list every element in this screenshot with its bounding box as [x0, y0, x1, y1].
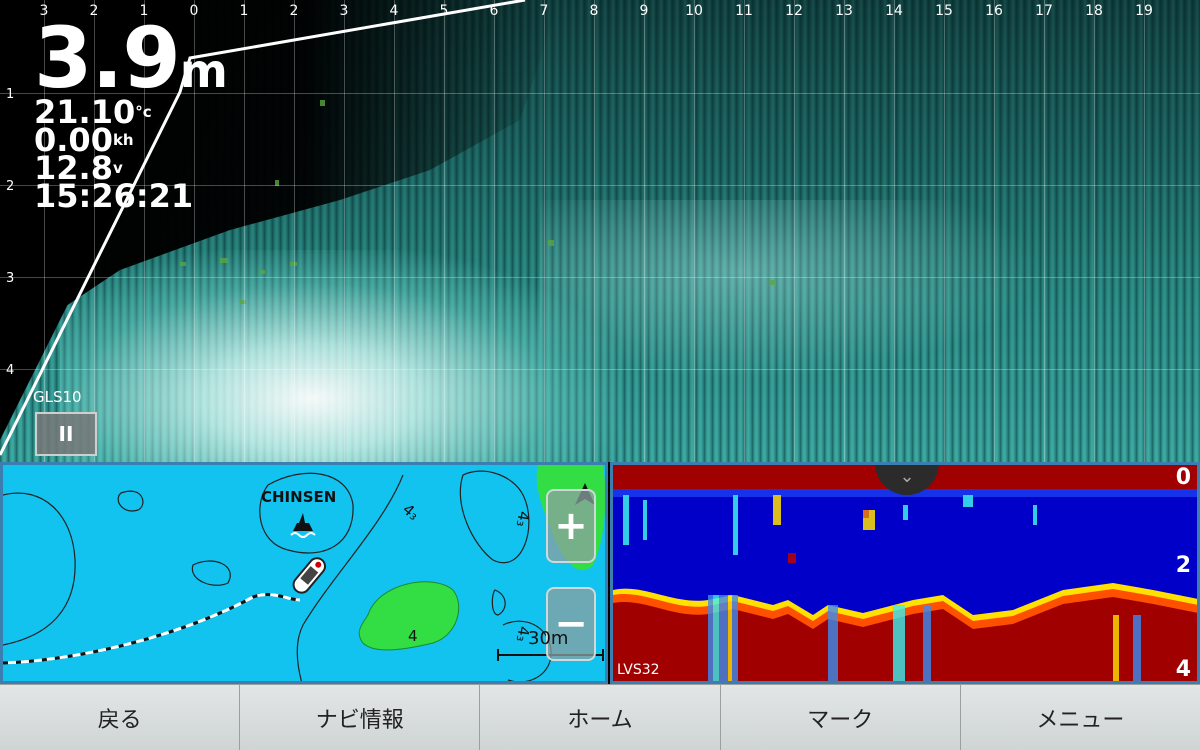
contour-label: 4: [408, 627, 418, 645]
range-gridline: [344, 0, 345, 462]
range-tick: 9: [639, 3, 649, 19]
contour-line: [3, 492, 76, 646]
depth-tick: 2: [6, 179, 15, 194]
mark-button[interactable]: マーク: [720, 684, 961, 750]
depth-readout: 3.9m: [34, 16, 228, 100]
contour-line: [259, 472, 354, 554]
ff-depth-label: 0: [1175, 465, 1191, 490]
nav-info-button[interactable]: ナビ情報: [240, 684, 481, 750]
ff-depth-label: 2: [1175, 553, 1191, 578]
track-line: [3, 593, 301, 665]
range-tick: 10: [685, 3, 703, 19]
boat-icon: [292, 557, 326, 594]
track-line-alt: [3, 593, 301, 665]
fishfinder-echogram: [613, 465, 1197, 681]
range-tick: 13: [835, 3, 853, 19]
bottom-button-bar: 戻る ナビ情報 ホーム マーク メニュー: [0, 684, 1200, 750]
depth-gridline: [0, 277, 1200, 278]
range-gridline: [994, 0, 995, 462]
contour-label: 4₃: [512, 509, 533, 529]
voltage-unit: v: [112, 159, 123, 177]
range-tick: 16: [985, 3, 1003, 19]
water-temp-unit: °c: [135, 103, 152, 121]
chart-map-panel[interactable]: CHINSEN 4₃ 4₃ 4 4₃ + − 30m: [0, 462, 608, 684]
range-gridline: [694, 0, 695, 462]
range-gridline: [644, 0, 645, 462]
range-gridline: [444, 0, 445, 462]
range-tick: 15: [935, 3, 953, 19]
range-tick: 2: [289, 3, 299, 19]
range-gridline: [844, 0, 845, 462]
range-tick: 17: [1035, 3, 1053, 19]
range-gridline: [894, 0, 895, 462]
pause-button[interactable]: II: [35, 412, 97, 456]
contour-line: [491, 589, 506, 616]
range-gridline: [1094, 0, 1095, 462]
range-gridline: [944, 0, 945, 462]
depth-tick: 1: [6, 87, 15, 102]
speed-unit: kh: [112, 131, 134, 149]
depth-tick: 3: [6, 271, 15, 286]
transducer-label: GLS10: [33, 388, 82, 406]
range-tick: 8: [589, 3, 599, 19]
range-gridline: [1144, 0, 1145, 462]
range-tick: 7: [539, 3, 549, 19]
clock-readout: 15:26:21: [34, 177, 194, 215]
range-tick: 12: [785, 3, 803, 19]
range-gridline: [744, 0, 745, 462]
back-button[interactable]: 戻る: [0, 684, 241, 750]
sonar-panel[interactable]: 3 2 1 0 1 2 3 4 5 6 7 8 9 10 11 12 13 14 15 16 17 18 19 1 2 3 …: [0, 0, 1200, 462]
map-place-name: CHINSEN: [261, 488, 337, 506]
range-tick: 4: [389, 3, 399, 19]
contour-line: [191, 560, 231, 586]
range-tick: 1: [239, 3, 249, 19]
data-readout: 3.9m 21.10°c 0.00kh 12.8v 15:26:21: [34, 16, 228, 215]
range-gridline: [394, 0, 395, 462]
contour-line: [117, 490, 144, 512]
zoom-in-button[interactable]: +: [546, 489, 596, 563]
range-tick: 14: [885, 3, 903, 19]
depth-tick: 4: [6, 363, 15, 378]
scale-label: 30m: [528, 628, 569, 649]
zoom-out-button[interactable]: −: [546, 587, 596, 661]
menu-button[interactable]: メニュー: [960, 684, 1200, 750]
range-tick: 18: [1085, 3, 1103, 19]
depth-unit: m: [179, 44, 228, 98]
range-tick: 11: [735, 3, 753, 19]
fishfinder-panel[interactable]: ⌄ 0 2 4 LVS32: [610, 462, 1200, 684]
depth-gridline: [0, 369, 1200, 370]
range-tick: 19: [1135, 3, 1153, 19]
range-tick: 0: [189, 3, 199, 19]
range-tick: 3: [339, 3, 349, 19]
range-tick: 6: [489, 3, 499, 19]
range-gridline: [794, 0, 795, 462]
range-gridline: [594, 0, 595, 462]
range-gridline: [544, 0, 545, 462]
range-gridline: [294, 0, 295, 462]
range-tick: 5: [439, 3, 449, 19]
range-gridline: [244, 0, 245, 462]
home-button[interactable]: ホーム: [480, 684, 721, 750]
wreck-icon: [290, 513, 316, 538]
range-gridline: [1044, 0, 1045, 462]
fishfinder-label: LVS32: [617, 662, 660, 678]
ff-depth-label: 4: [1175, 657, 1191, 682]
range-gridline: [494, 0, 495, 462]
